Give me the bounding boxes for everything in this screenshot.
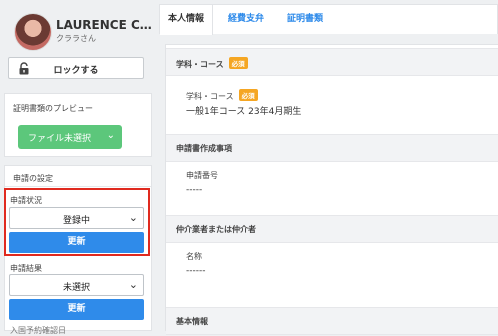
highlight-box <box>4 188 150 256</box>
update-result-button[interactable]: 更新 <box>9 299 144 320</box>
course-field-value: 一般1年コース 23年4月期生 <box>186 107 302 117</box>
tab-personal-info[interactable]: 本人情報 <box>160 5 213 35</box>
tab-expenses[interactable]: 経費支弁 <box>228 5 264 35</box>
chevron-down-icon: ⌄ <box>106 130 115 141</box>
user-subname: クララさん <box>56 34 96 43</box>
lock-button-label: ロックする <box>53 66 99 76</box>
file-select-label: ファイル未選択 <box>28 134 92 144</box>
section-application: 申請書作成事項 <box>166 134 498 162</box>
user-name: LAURENCE C… <box>56 18 152 32</box>
app-no-label: 申請番号 <box>186 171 218 180</box>
main-panel: 学科・コース 必須 学科・コース 必須 一般1年コース 23年4月期生 申請書作成事… <box>165 44 498 335</box>
sidebar: LAURENCE C… クララさん ロックする 証明書類のプレビュー ファイル未… <box>0 0 157 335</box>
section-application-title: 申請書作成事項 <box>176 144 232 153</box>
chevron-down-icon: ⌄ <box>128 278 138 291</box>
application-settings-title: 申請の設定 <box>13 174 53 183</box>
required-badge: 必須 <box>228 57 248 69</box>
tab-bar: 本人情報 経費支弁 証明書類 <box>159 4 498 35</box>
tab-documents[interactable]: 証明書類 <box>287 5 323 35</box>
app-no-value: ----- <box>186 185 203 195</box>
result-label: 申請結果 <box>10 264 42 273</box>
avatar <box>14 13 52 51</box>
name-value: ------ <box>186 266 206 276</box>
result-select-value: 未選択 <box>62 283 90 293</box>
section-intermediary: 仲介業者または仲介者 <box>166 215 498 243</box>
name-label: 名称 <box>186 252 202 261</box>
preview-title: 証明書類のプレビュー <box>13 104 93 113</box>
section-course-title: 学科・コース <box>176 60 224 69</box>
file-select-button[interactable]: ファイル未選択 ⌄ <box>18 125 122 149</box>
section-basic-info-title: 基本情報 <box>176 317 208 326</box>
lock-button[interactable]: ロックする <box>8 57 144 79</box>
divider <box>5 186 151 187</box>
course-field-label: 学科・コース <box>186 92 234 101</box>
required-badge: 必須 <box>238 89 258 101</box>
result-select[interactable]: 未選択 ⌄ <box>9 274 144 296</box>
section-course: 学科・コース 必須 <box>166 48 498 76</box>
section-intermediary-title: 仲介業者または仲介者 <box>176 225 256 234</box>
